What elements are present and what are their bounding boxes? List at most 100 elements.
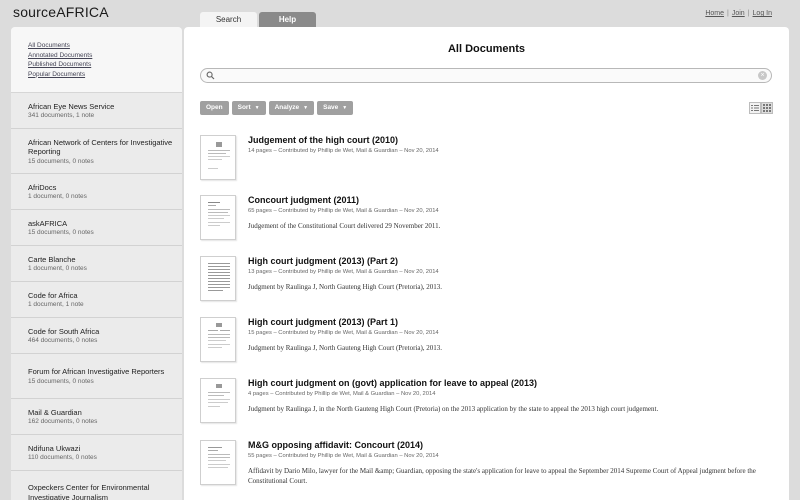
- view-toggle: [749, 102, 773, 114]
- search-icon: [206, 71, 215, 80]
- org-item[interactable]: African Eye News Service 341 documents, …: [11, 93, 182, 129]
- analyze-dropdown[interactable]: Analyze ▼: [268, 101, 315, 115]
- page-thumbnail-icon: [208, 142, 230, 169]
- link-separator: |: [727, 10, 729, 17]
- org-item[interactable]: Code for Africa 1 document, 1 note: [11, 282, 182, 318]
- org-count: 162 documents, 0 notes: [28, 418, 98, 426]
- document-item: High court judgment on (govt) applicatio…: [200, 378, 780, 434]
- document-description: Judgment by Raulinga J, North Gauteng Hi…: [248, 344, 443, 352]
- org-item[interactable]: Forum for African Investigative Reporter…: [11, 354, 182, 399]
- document-thumbnail[interactable]: [200, 256, 236, 301]
- document-panel: All Documents × Open Sort ▼ Analyze ▼ Save…: [184, 27, 789, 500]
- page-thumbnail-icon: [208, 384, 230, 407]
- org-count: 1 document, 0 notes: [28, 193, 87, 201]
- home-link[interactable]: Home: [705, 10, 724, 17]
- org-item[interactable]: askAFRICA 15 documents, 0 notes: [11, 210, 182, 246]
- org-count: 15 documents, 0 notes: [28, 377, 94, 385]
- document-item: High court judgment (2013) (Part 2) 13 p…: [200, 256, 780, 312]
- document-item: High court judgment (2013) (Part 1) 15 p…: [200, 317, 780, 373]
- document-thumbnail[interactable]: [200, 317, 236, 362]
- org-item[interactable]: Mail & Guardian 162 documents, 0 notes: [11, 399, 182, 435]
- sort-label: Sort: [237, 104, 251, 111]
- popular-documents-link[interactable]: Popular Documents: [28, 70, 182, 80]
- clear-search-icon[interactable]: ×: [758, 71, 767, 80]
- org-name: Oxpeckers Center for Environmental Inves…: [28, 483, 150, 500]
- grid-view-icon: [763, 104, 771, 112]
- org-count: 1 document, 0 notes: [28, 265, 87, 273]
- tab-search[interactable]: Search: [200, 12, 257, 27]
- org-item[interactable]: Code for South Africa 464 documents, 0 n…: [11, 318, 182, 354]
- document-title[interactable]: M&G opposing affidavit: Concourt (2014): [248, 440, 423, 450]
- page-thumbnail-icon: [208, 323, 230, 348]
- document-item: Concourt judgment (2011) 65 pages – Cont…: [200, 195, 780, 251]
- site-logo[interactable]: sourceAFRICA: [13, 4, 109, 20]
- org-name: Code for South Africa: [28, 326, 100, 336]
- document-meta: 4 pages – Contributed by Phillip de Wet,…: [248, 391, 436, 397]
- org-name: Ndifuna Ukwazi: [28, 443, 81, 453]
- org-item[interactable]: Ndifuna Ukwazi 110 documents, 0 notes: [11, 435, 182, 471]
- page-title: All Documents: [447, 43, 525, 55]
- analyze-label: Analyze: [274, 104, 300, 111]
- org-item[interactable]: Carte Blanche 1 document, 0 notes: [11, 246, 182, 282]
- chevron-down-icon: ▼: [254, 105, 260, 111]
- org-count: 464 documents, 0 notes: [28, 337, 98, 345]
- org-item[interactable]: African Network of Centers for Investiga…: [11, 129, 182, 174]
- document-description: Judgment by Raulinga J, North Gauteng Hi…: [248, 283, 443, 291]
- document-title[interactable]: Concourt judgment (2011): [248, 195, 359, 205]
- document-title[interactable]: High court judgment on (govt) applicatio…: [248, 378, 537, 388]
- org-count: 110 documents, 0 notes: [28, 454, 97, 462]
- document-item: M&G opposing affidavit: Concourt (2014) …: [200, 440, 780, 496]
- account-links: Home | Join | Log In: [705, 10, 772, 17]
- document-meta: 15 pages – Contributed by Phillip de Wet…: [248, 330, 439, 336]
- page-thumbnail-icon: [208, 263, 230, 291]
- org-count: 341 documents, 1 note: [28, 112, 95, 120]
- annotated-documents-link[interactable]: Annotated Documents: [28, 51, 182, 61]
- login-link[interactable]: Log In: [753, 10, 772, 17]
- chevron-down-icon: ▼: [303, 105, 309, 111]
- sidebar-filter-links: All Documents Annotated Documents Publis…: [11, 27, 182, 93]
- sidebar: All Documents Annotated Documents Publis…: [11, 27, 182, 500]
- document-thumbnail[interactable]: [200, 378, 236, 423]
- list-view-icon: [751, 105, 759, 111]
- grid-view-button[interactable]: [761, 102, 773, 114]
- org-item[interactable]: AfriDocs 1 document, 0 notes: [11, 174, 182, 210]
- tab-help[interactable]: Help: [259, 12, 316, 27]
- document-meta: 55 pages – Contributed by Phillip de Wet…: [248, 453, 439, 459]
- all-documents-link[interactable]: All Documents: [28, 41, 182, 51]
- join-link[interactable]: Join: [732, 10, 745, 17]
- document-meta: 65 pages – Contributed by Phillip de Wet…: [248, 208, 439, 214]
- search-box[interactable]: ×: [200, 68, 772, 83]
- org-name: African Network of Centers for Investiga…: [28, 137, 173, 157]
- document-thumbnail[interactable]: [200, 440, 236, 485]
- document-description: Judgment by Raulinga J, in the North Gau…: [248, 405, 659, 413]
- main-tabs: Search Help: [200, 12, 316, 27]
- open-button[interactable]: Open: [200, 101, 229, 115]
- document-title[interactable]: High court judgment (2013) (Part 2): [248, 256, 398, 266]
- org-name: African Eye News Service: [28, 101, 115, 111]
- document-title[interactable]: Judgement of the high court (2010): [248, 135, 398, 145]
- org-name: Code for Africa: [28, 290, 78, 300]
- save-label: Save: [323, 104, 339, 111]
- document-title[interactable]: High court judgment (2013) (Part 1): [248, 317, 398, 327]
- search-input[interactable]: [218, 70, 755, 83]
- org-name: Carte Blanche: [28, 254, 76, 264]
- sort-dropdown[interactable]: Sort ▼: [231, 101, 266, 115]
- save-dropdown[interactable]: Save ▼: [317, 101, 354, 115]
- open-button-label: Open: [206, 104, 223, 111]
- org-item[interactable]: Oxpeckers Center for Environmental Inves…: [11, 471, 182, 500]
- org-name: askAFRICA: [28, 218, 68, 228]
- published-documents-link[interactable]: Published Documents: [28, 60, 182, 70]
- document-description: Judgement of the Constitutional Court de…: [248, 222, 441, 230]
- org-name: Mail & Guardian: [28, 407, 82, 417]
- org-count: 15 documents, 0 notes: [28, 229, 94, 237]
- document-toolbar: Open Sort ▼ Analyze ▼ Save ▼: [200, 101, 354, 115]
- list-view-button[interactable]: [749, 102, 761, 114]
- org-count: 15 documents, 0 notes: [28, 157, 94, 165]
- link-separator: |: [747, 10, 750, 17]
- document-thumbnail[interactable]: [200, 135, 236, 180]
- document-description: Affidavit by Dario Milo, lawyer for the …: [248, 467, 756, 485]
- document-thumbnail[interactable]: [200, 195, 236, 240]
- document-item: Judgement of the high court (2010) 14 pa…: [200, 135, 780, 191]
- document-meta: 13 pages – Contributed by Phillip de Wet…: [248, 269, 439, 275]
- org-name: AfriDocs: [28, 182, 57, 192]
